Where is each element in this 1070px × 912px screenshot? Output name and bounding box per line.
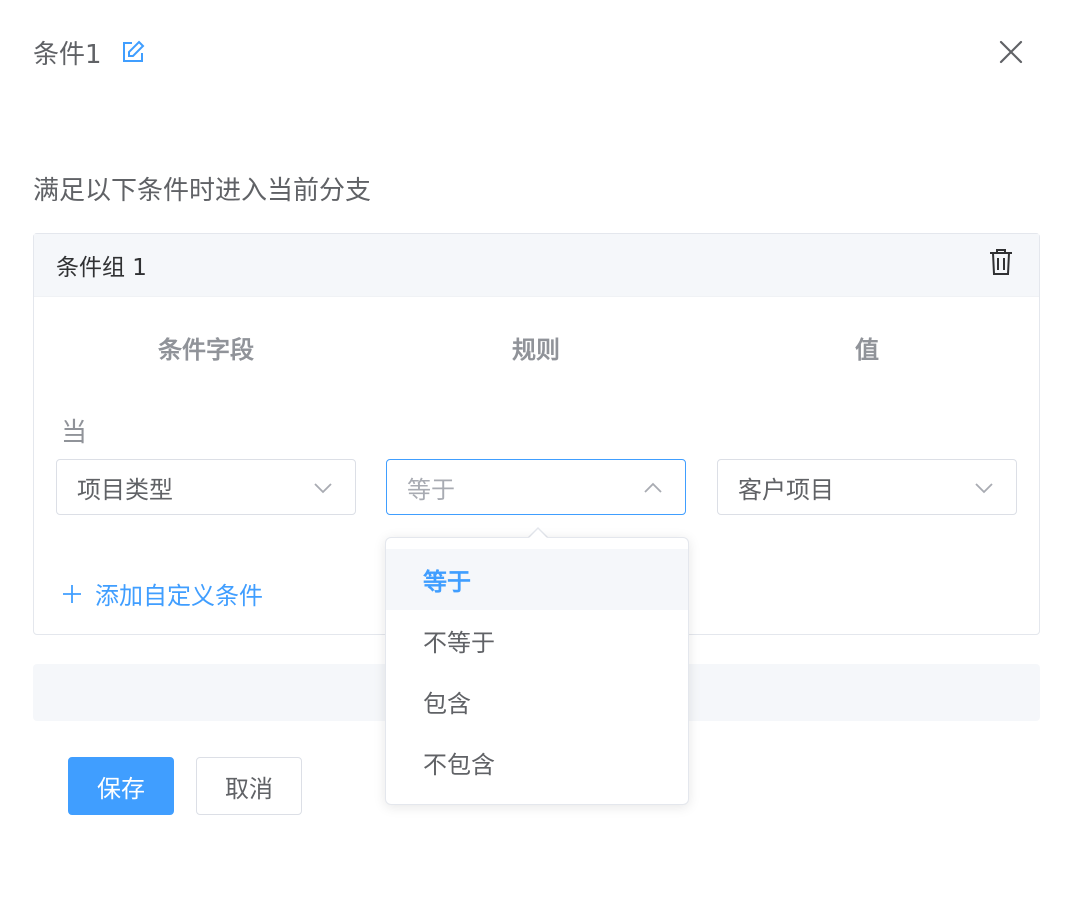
rule-option-not-equals[interactable]: 不等于 bbox=[386, 610, 688, 671]
when-label: 当 bbox=[61, 418, 88, 448]
chevron-down-icon bbox=[313, 478, 333, 498]
value-select-value: 客户项目 bbox=[738, 475, 834, 504]
close-icon[interactable] bbox=[995, 36, 1027, 68]
rule-dropdown-menu: 等于 不等于 包含 不包含 bbox=[385, 537, 689, 805]
column-header-value: 值 bbox=[855, 336, 879, 364]
rule-select-placeholder: 等于 bbox=[407, 475, 455, 504]
field-select[interactable]: 项目类型 bbox=[56, 459, 356, 515]
cancel-button[interactable]: 取消 bbox=[196, 757, 302, 815]
column-header-rule: 规则 bbox=[512, 336, 560, 364]
dialog-header: 条件1 bbox=[33, 30, 146, 74]
branch-description: 满足以下条件时进入当前分支 bbox=[33, 176, 372, 206]
save-button[interactable]: 保存 bbox=[68, 757, 174, 815]
rule-option-not-contains[interactable]: 不包含 bbox=[386, 732, 688, 793]
add-custom-condition-label: 添加自定义条件 bbox=[95, 582, 263, 610]
dropdown-arrow-inner bbox=[528, 529, 548, 539]
rule-option-equals[interactable]: 等于 bbox=[386, 549, 688, 610]
column-header-field: 条件字段 bbox=[158, 336, 254, 364]
chevron-down-icon bbox=[974, 478, 994, 498]
chevron-up-icon bbox=[643, 478, 663, 498]
trash-icon[interactable] bbox=[987, 246, 1015, 278]
field-select-value: 项目类型 bbox=[77, 475, 173, 504]
rule-select[interactable]: 等于 bbox=[386, 459, 686, 515]
rule-option-contains[interactable]: 包含 bbox=[386, 671, 688, 732]
value-select[interactable]: 客户项目 bbox=[717, 459, 1017, 515]
add-custom-condition-button[interactable]: 添加自定义条件 bbox=[61, 576, 263, 611]
plus-icon bbox=[61, 583, 83, 605]
condition-title: 条件1 bbox=[33, 39, 102, 70]
condition-group-title: 条件组 1 bbox=[56, 255, 147, 281]
condition-group-header: 条件组 1 bbox=[34, 234, 1039, 297]
edit-icon[interactable] bbox=[120, 39, 146, 65]
